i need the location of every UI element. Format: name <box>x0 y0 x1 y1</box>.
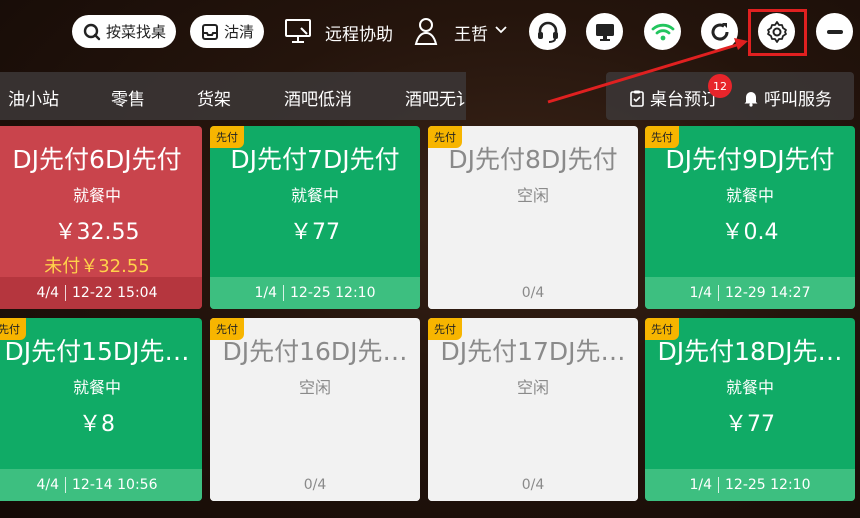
refresh-icon <box>711 22 729 41</box>
table-footer: 0/4 <box>210 469 420 501</box>
sold-out-label: 沽清 <box>224 23 255 41</box>
table-status: 就餐中 <box>290 186 339 205</box>
table-name: DJ先付17DJ先… <box>440 337 626 366</box>
table-card[interactable]: 先付 DJ先付17DJ先… 空闲 0/4 <box>428 318 638 501</box>
table-status: 就餐中 <box>72 378 121 397</box>
user-name[interactable]: 王哲 <box>454 20 488 45</box>
tab-category-3[interactable]: 货架 <box>197 85 231 110</box>
table-footer: 4/4 12-14 10:56 <box>0 469 202 501</box>
guest-count: 4/4 <box>36 285 60 301</box>
unpaid-amount: 未付￥32.55 <box>44 256 150 277</box>
table-status: 就餐中 <box>725 378 774 397</box>
table-amount: ￥77 <box>725 412 775 437</box>
table-status: 空闲 <box>516 186 549 205</box>
sold-out-button[interactable]: 沽清 <box>190 15 265 48</box>
inbox-icon <box>202 23 218 40</box>
reservation-count-badge: 12 <box>708 74 732 98</box>
table-footer: 1/4 12-25 12:10 <box>645 469 855 501</box>
table-name: DJ先付18DJ先… <box>657 337 843 366</box>
table-card[interactable]: 先付 DJ先付16DJ先… 空闲 0/4 <box>210 318 420 501</box>
table-name: DJ先付15DJ先… <box>4 337 190 366</box>
tab-category-2[interactable]: 零售 <box>111 85 145 110</box>
settings-button[interactable] <box>758 13 795 50</box>
wifi-icon <box>651 23 674 40</box>
open-time: 12-22 15:04 <box>72 285 158 301</box>
table-amount: ￥8 <box>79 412 115 437</box>
table-card[interactable]: 先付 DJ先付18DJ先… 就餐中 ￥77 1/4 12-25 12:10 <box>645 318 855 501</box>
table-reservation-button[interactable]: 桌台预订 <box>628 85 718 110</box>
remote-assist-link[interactable]: 远程协助 <box>325 20 393 45</box>
table-status: 空闲 <box>516 378 549 397</box>
open-time: 12-14 10:56 <box>72 477 158 493</box>
wifi-button[interactable] <box>644 13 681 50</box>
refresh-button[interactable] <box>701 13 738 50</box>
chevron-down-icon[interactable] <box>494 25 508 35</box>
table-card[interactable]: DJ先付6DJ先付就餐中 ￥32.55 未付￥32.55 4/4 12-22 15:04 <box>0 126 202 309</box>
table-card[interactable]: 先付 DJ先付15DJ先… 就餐中 ￥8 4/4 12-14 10:56 <box>0 318 202 501</box>
search-by-dish-label: 按菜找桌 <box>106 23 167 41</box>
call-service-label: 呼叫服务 <box>764 90 832 110</box>
footer-divider <box>65 285 67 301</box>
table-name: DJ先付8DJ先付 <box>448 145 618 174</box>
open-time: 12-25 12:10 <box>290 285 376 301</box>
footer-divider <box>718 477 720 493</box>
user-icon[interactable] <box>412 16 440 46</box>
guest-count: 4/4 <box>36 477 60 493</box>
guest-count: 0/4 <box>521 477 545 493</box>
table-card[interactable]: 先付 DJ先付8DJ先付 空闲 0/4 <box>428 126 638 309</box>
display-icon <box>595 23 614 41</box>
call-service-button[interactable]: 呼叫服务 <box>742 85 832 110</box>
search-by-dish-button[interactable]: 按菜找桌 <box>72 15 177 48</box>
monitor-icon[interactable] <box>284 17 312 45</box>
guest-count: 1/4 <box>689 285 713 301</box>
table-amount: ￥32.55 <box>54 220 140 245</box>
tab-category-5[interactable]: 酒吧无讠 <box>405 85 466 110</box>
table-amount: ￥0.4 <box>721 220 779 245</box>
screen-button[interactable] <box>586 13 623 50</box>
table-status: 就餐中 <box>725 186 774 205</box>
table-name: DJ先付16DJ先… <box>222 337 408 366</box>
open-time: 12-29 14:27 <box>725 285 811 301</box>
bell-icon <box>744 91 758 107</box>
guest-count: 0/4 <box>303 477 327 493</box>
footer-divider <box>65 477 67 493</box>
guest-count: 0/4 <box>521 285 545 301</box>
table-status: 就餐中 <box>72 186 121 205</box>
tab-category-1[interactable]: 油小站 <box>8 85 59 110</box>
minimize-button[interactable] <box>816 13 853 50</box>
table-footer: 4/4 12-22 15:04 <box>0 277 202 309</box>
table-name: DJ先付7DJ先付 <box>230 145 400 174</box>
table-card[interactable]: 先付 DJ先付9DJ先付 就餐中 ￥0.4 1/4 12-29 14:27 <box>645 126 855 309</box>
minus-icon <box>826 29 843 34</box>
table-footer: 1/4 12-29 14:27 <box>645 277 855 309</box>
guest-count: 1/4 <box>254 285 278 301</box>
table-card[interactable]: 先付 DJ先付7DJ先付 就餐中 ￥77 1/4 12-25 12:10 <box>210 126 420 309</box>
category-tabs: 油小站 零售 货架 酒吧低消 酒吧无讠 <box>0 72 466 120</box>
tab-category-4[interactable]: 酒吧低消 <box>284 85 352 110</box>
top-bar: 按菜找桌 沽清 远程协助 王哲 <box>0 0 860 64</box>
footer-divider <box>283 285 285 301</box>
table-amount: ￥77 <box>290 220 340 245</box>
customer-service-button[interactable] <box>529 13 566 50</box>
table-footer: 1/4 12-25 12:10 <box>210 277 420 309</box>
gear-icon <box>766 20 787 43</box>
headset-icon <box>537 21 558 43</box>
footer-divider <box>718 285 720 301</box>
clipboard-check-icon <box>630 90 644 107</box>
table-footer: 0/4 <box>428 469 638 501</box>
table-footer: 0/4 <box>428 277 638 309</box>
open-time: 12-25 12:10 <box>725 477 811 493</box>
search-icon <box>83 23 101 40</box>
table-name: DJ先付9DJ先付 <box>665 145 835 174</box>
guest-count: 1/4 <box>689 477 713 493</box>
table-status: 空闲 <box>298 378 331 397</box>
table-name: DJ先付6DJ先付 <box>12 145 182 174</box>
